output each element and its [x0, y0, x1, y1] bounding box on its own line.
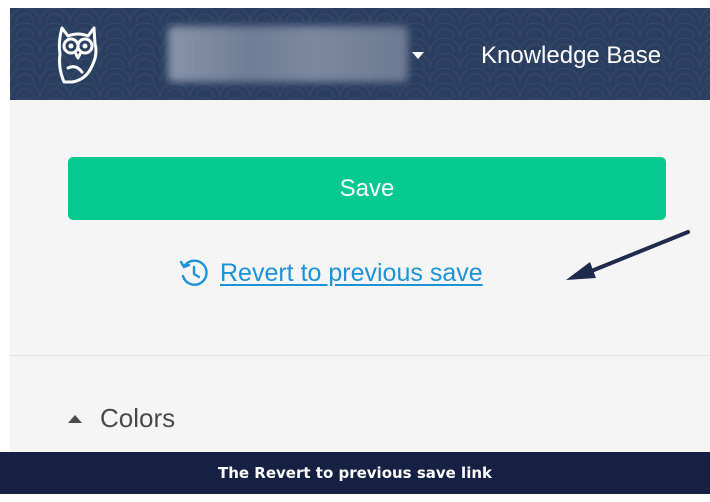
- caret-down-icon[interactable]: [412, 52, 424, 59]
- owl-logo-icon[interactable]: [54, 22, 102, 86]
- revert-to-previous-save-link[interactable]: Revert to previous save: [178, 257, 483, 289]
- app-frame: Knowledge Base Save Revert to previous s…: [10, 8, 710, 472]
- workspace-name-redacted[interactable]: [168, 26, 408, 82]
- colors-section-toggle[interactable]: Colors: [68, 403, 175, 434]
- knowledge-base-title[interactable]: Knowledge Base: [481, 42, 661, 70]
- colors-section-label: Colors: [100, 403, 176, 433]
- caption-bar: The Revert to previous save link: [0, 452, 710, 494]
- annotation-arrow-icon: [566, 230, 690, 280]
- top-navigation-bar: Knowledge Base: [10, 8, 710, 100]
- history-icon: [179, 259, 208, 286]
- caption-text: The Revert to previous save link: [218, 464, 492, 482]
- save-button-label: Save: [339, 174, 395, 202]
- save-button[interactable]: Save: [68, 157, 666, 220]
- section-divider: [10, 355, 710, 356]
- triangle-up-icon: [68, 414, 82, 423]
- revert-link-label: Revert to previous save: [220, 258, 483, 287]
